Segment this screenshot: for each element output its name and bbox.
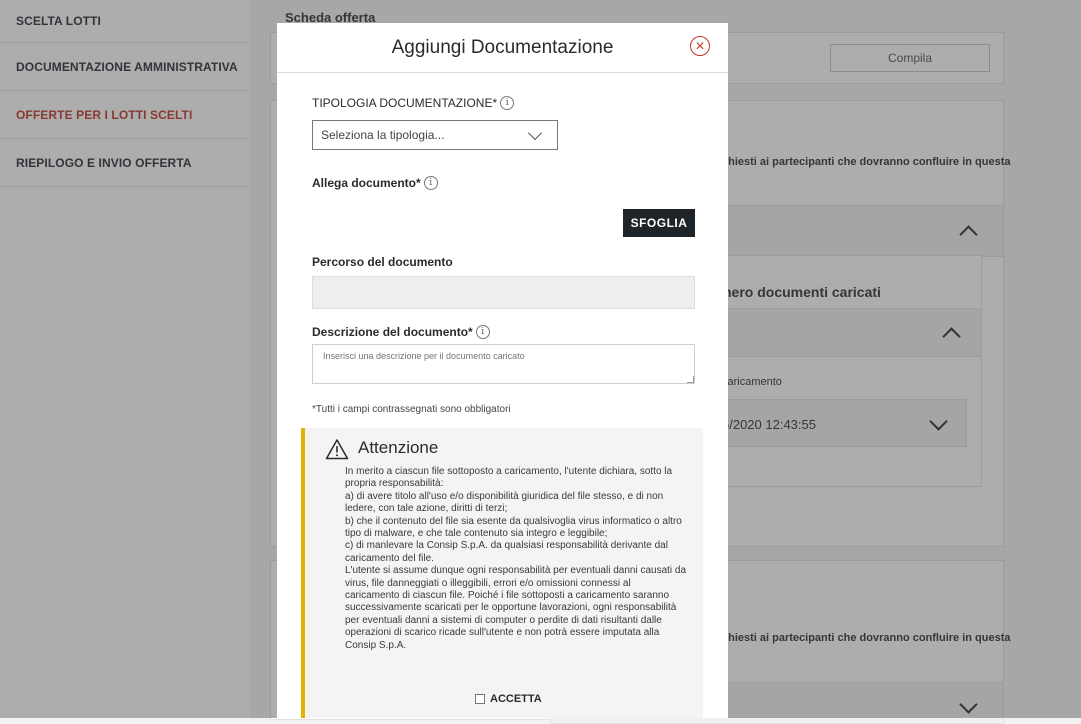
accetta-label: ACCETTA [490, 693, 542, 705]
sfoglia-button[interactable]: SFOGLIA [623, 209, 695, 237]
accetta-checkbox[interactable]: ACCETTA [475, 693, 542, 705]
descrizione-textarea[interactable] [312, 344, 695, 384]
allega-label-row: Allega documento* i [312, 176, 438, 190]
tipologia-placeholder: Seleziona la tipologia... [321, 128, 445, 142]
info-icon[interactable]: i [500, 96, 515, 110]
warning-box: Attenzione In merito a ciascun file sott… [301, 428, 703, 718]
tipologia-label-row: TIPOLOGIA DOCUMENTAZIONE* i [312, 96, 515, 110]
allega-label: Allega documento* [312, 176, 421, 190]
tipologia-select[interactable]: Seleziona la tipologia... [312, 120, 558, 150]
tipologia-label: TIPOLOGIA DOCUMENTAZIONE* [312, 96, 498, 110]
descrizione-label-row: Descrizione del documento* i [312, 325, 490, 339]
aggiungi-documentazione-modal: Aggiungi Documentazione × TIPOLOGIA DOCU… [277, 23, 728, 718]
warning-triangle-icon [325, 439, 349, 460]
modal-header: Aggiungi Documentazione × [277, 23, 728, 73]
chevron-down-icon [527, 125, 543, 141]
close-icon[interactable]: × [690, 36, 710, 56]
descrizione-label: Descrizione del documento* [312, 325, 473, 339]
percorso-label: Percorso del documento [312, 255, 453, 269]
resize-handle-icon[interactable] [687, 376, 694, 383]
info-icon[interactable]: i [475, 325, 490, 339]
required-note: *Tutti i campi contrassegnati sono obbli… [312, 404, 511, 415]
percorso-field [312, 276, 695, 309]
checkbox-icon[interactable] [475, 694, 485, 704]
modal-title: Aggiungi Documentazione [391, 36, 614, 58]
info-icon[interactable]: i [423, 176, 438, 190]
warning-title: Attenzione [358, 438, 439, 457]
warning-body: In merito a ciascun file sottoposto a ca… [345, 466, 687, 651]
